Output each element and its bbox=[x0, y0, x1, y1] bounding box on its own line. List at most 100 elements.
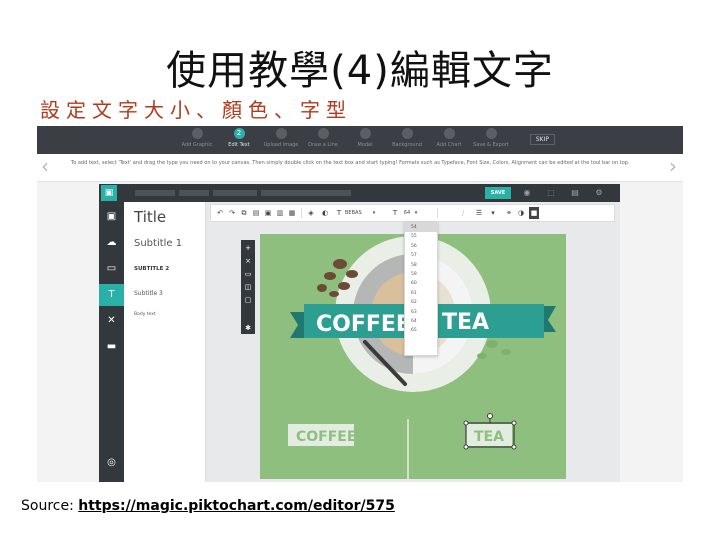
align-icon[interactable]: ☰ bbox=[473, 207, 485, 219]
chevron-down-icon[interactable]: ▾ bbox=[413, 207, 419, 219]
divider bbox=[437, 208, 438, 218]
delete-icon[interactable]: ▥ bbox=[275, 207, 285, 219]
link-icon[interactable]: ⚭ bbox=[503, 207, 515, 219]
font-size-option[interactable]: 55 bbox=[405, 232, 437, 241]
menu-placeholder[interactable] bbox=[179, 190, 209, 196]
source-label: Source: bbox=[21, 498, 79, 514]
text-style-subtitle-3[interactable]: Subtitle 3 bbox=[134, 290, 163, 297]
divider bbox=[301, 208, 302, 218]
font-size-option[interactable]: 56 bbox=[405, 242, 437, 251]
save-button[interactable]: SAVE bbox=[485, 187, 511, 199]
instruction-text: To add text, select 'Text' and drag the … bbox=[71, 160, 630, 166]
editor-topbar: ▣ SAVE ◉ ⬚ ▤ ⚙ bbox=[99, 184, 620, 202]
source-caption: Source: https://magic.piktochart.com/edi… bbox=[21, 498, 395, 514]
text-styles-panel: Title Subtitle 1 SUBTITLE 2 Subtitle 3 B… bbox=[124, 202, 206, 482]
font-size-option[interactable]: 60 bbox=[405, 279, 437, 288]
duplicate-icon[interactable]: ▭ bbox=[241, 268, 255, 280]
download-icon[interactable]: ⬚ bbox=[545, 187, 557, 199]
resize-handle[interactable] bbox=[463, 444, 469, 450]
close-icon[interactable]: × bbox=[241, 255, 255, 267]
copy-icon[interactable]: ⧉ bbox=[239, 207, 249, 219]
typeface-icon: T bbox=[336, 209, 342, 217]
font-size-icon: T bbox=[392, 209, 398, 217]
gear-icon[interactable]: ✱ bbox=[241, 322, 255, 334]
step-dot bbox=[359, 128, 371, 139]
font-size-option[interactable]: 64 bbox=[405, 317, 437, 326]
nav-upload-icon[interactable]: ☁ bbox=[99, 232, 124, 254]
title-field[interactable] bbox=[261, 190, 351, 196]
skip-button[interactable]: SKIP bbox=[529, 134, 555, 145]
nav-tools-icon[interactable]: ✕ bbox=[99, 310, 124, 332]
fill-color-icon[interactable]: ◈ bbox=[305, 207, 317, 219]
banner-tea-text[interactable]: TEA bbox=[442, 310, 489, 335]
font-size-option[interactable]: 54 bbox=[405, 223, 437, 233]
source-link[interactable]: https://magic.piktochart.com/editor/575 bbox=[78, 498, 395, 514]
text-style-subtitle-2[interactable]: SUBTITLE 2 bbox=[134, 266, 169, 272]
resize-handle[interactable] bbox=[511, 420, 517, 426]
font-size-option[interactable]: 57 bbox=[405, 251, 437, 260]
undo-icon[interactable]: ↶ bbox=[215, 207, 225, 219]
nav-chart-icon[interactable]: ▬ bbox=[99, 336, 124, 358]
redo-icon[interactable]: ↷ bbox=[227, 207, 237, 219]
instruction-bar: ‹ To add text, select 'Text' and drag th… bbox=[37, 154, 683, 182]
font-size-option[interactable]: 65 bbox=[405, 326, 437, 335]
side-nav: ▣ ☁ ▭ T ✕ ▬ ◎ bbox=[99, 202, 124, 482]
font-size-option[interactable]: 58 bbox=[405, 261, 437, 270]
banner-coffee-text[interactable]: COFFEE bbox=[316, 312, 411, 337]
lock-icon[interactable]: ▣ bbox=[263, 207, 273, 219]
color-icon[interactable]: ◑ bbox=[515, 207, 527, 219]
vertical-toolbar: + × ▭ ◫ ▢ bbox=[241, 240, 255, 322]
help-icon[interactable]: ◎ bbox=[99, 452, 124, 474]
coffee-label-text[interactable]: COFFEE bbox=[296, 429, 356, 445]
text-style-subtitle-1[interactable]: Subtitle 1 bbox=[134, 238, 182, 249]
font-size-option[interactable]: 63 bbox=[405, 308, 437, 317]
slide-title: 使用教學(4)編輯文字 bbox=[166, 48, 554, 94]
wizard-steps-bar: Add Graphic 2 Edit Text Upload Image Dra… bbox=[37, 126, 683, 154]
step-dot bbox=[443, 128, 455, 139]
slide-subtitle: 設定文字大小、顏色、字型 bbox=[40, 98, 352, 122]
next-arrow-icon[interactable]: › bbox=[669, 156, 677, 176]
nav-background-icon[interactable]: ▭ bbox=[99, 258, 124, 280]
resize-handle[interactable] bbox=[511, 444, 517, 450]
rotate-handle[interactable] bbox=[487, 413, 493, 419]
font-size-select[interactable]: 64 bbox=[401, 207, 413, 219]
step-dot bbox=[485, 128, 497, 139]
layer-icon[interactable]: ▦ bbox=[287, 207, 297, 219]
font-size-dropdown: 54 55 56 57 58 59 60 61 62 63 64 65 bbox=[404, 222, 438, 356]
step-label: Save & Export bbox=[473, 142, 509, 148]
monitor-icon[interactable]: ▢ bbox=[241, 294, 255, 306]
resize-handle[interactable] bbox=[463, 420, 469, 426]
share-icon[interactable]: ▤ bbox=[569, 187, 581, 199]
font-size-option[interactable]: 59 bbox=[405, 270, 437, 279]
menu-placeholder[interactable] bbox=[213, 190, 257, 196]
settings-icon[interactable]: ⚙ bbox=[593, 187, 605, 199]
opacity-icon[interactable]: ■ bbox=[529, 207, 539, 219]
tea-label-text[interactable]: TEA bbox=[474, 429, 504, 445]
nav-graphics-icon[interactable]: ▣ bbox=[99, 206, 124, 228]
prev-arrow-icon[interactable]: ‹ bbox=[41, 156, 49, 176]
step-save-export[interactable]: Save & Export bbox=[461, 128, 521, 148]
format-toolbar: ↶ ↷ ⧉ ▤ ▣ ▥ ▦ ◈ ◐ T BEBAS ▾ T 64 ▾ / ☰ ▾… bbox=[210, 204, 615, 222]
editor-window: ▣ SAVE ◉ ⬚ ▤ ⚙ ▣ ☁ ▭ T ✕ ▬ ◎ Title Subti… bbox=[99, 184, 620, 482]
menu-placeholder[interactable] bbox=[135, 190, 175, 196]
editor-screenshot: Add Graphic 2 Edit Text Upload Image Dra… bbox=[37, 126, 683, 482]
italic-icon[interactable]: / bbox=[457, 207, 469, 219]
color-picker-icon[interactable]: ◐ bbox=[319, 207, 331, 219]
zoom-in-icon[interactable]: + bbox=[241, 242, 255, 254]
text-style-title[interactable]: Title bbox=[134, 208, 166, 226]
step-dot bbox=[317, 128, 329, 139]
font-select[interactable]: BEBAS bbox=[345, 207, 371, 219]
chevron-down-icon[interactable]: ▾ bbox=[371, 207, 377, 219]
font-size-option[interactable]: 61 bbox=[405, 289, 437, 298]
list-icon[interactable]: ▾ bbox=[487, 207, 499, 219]
preview-icon[interactable]: ◉ bbox=[521, 187, 533, 199]
logo-icon[interactable]: ▣ bbox=[101, 185, 117, 201]
paste-icon[interactable]: ▤ bbox=[251, 207, 261, 219]
nav-text-icon[interactable]: T bbox=[99, 284, 124, 306]
lock-small-icon[interactable]: ◫ bbox=[241, 281, 255, 293]
font-size-option[interactable]: 62 bbox=[405, 298, 437, 307]
step-dot bbox=[401, 128, 413, 139]
step-dot bbox=[191, 128, 203, 139]
text-style-body[interactable]: Body text bbox=[134, 312, 156, 317]
step-dot: 2 bbox=[233, 128, 245, 139]
